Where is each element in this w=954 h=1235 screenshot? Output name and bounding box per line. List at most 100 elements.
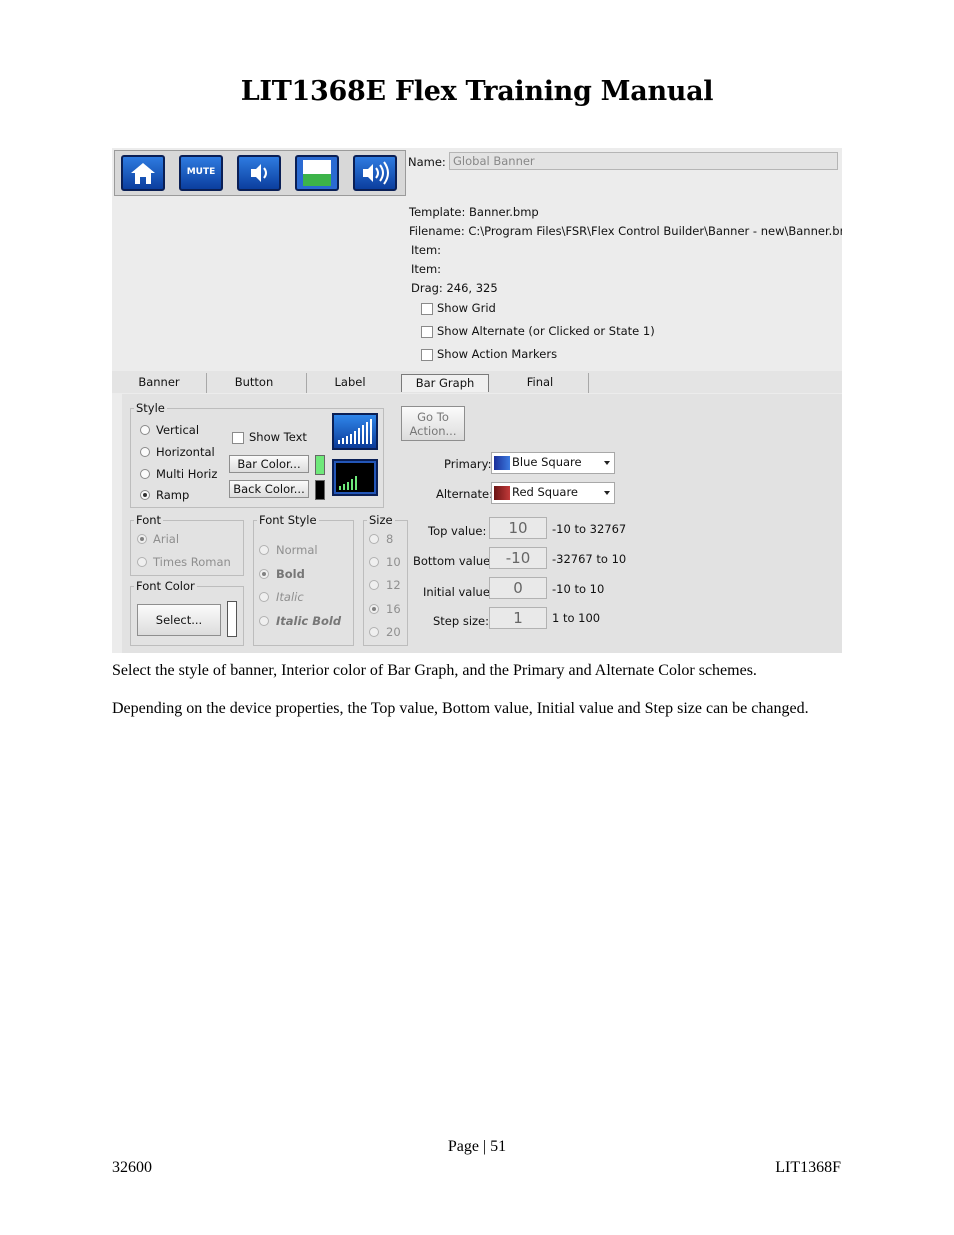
tab-label[interactable]: Label	[308, 374, 392, 392]
initial-value-field[interactable]: 0	[489, 577, 547, 599]
alternate-value: Red Square	[512, 485, 578, 499]
show-action-markers-label: Show Action Markers	[437, 347, 558, 361]
home-icon	[131, 163, 155, 184]
volume-up-button[interactable]	[353, 155, 397, 191]
top-value-range: -10 to 32767	[552, 522, 627, 536]
show-text-checkbox[interactable]	[232, 432, 244, 444]
template-line: Template: Banner.bmp	[409, 205, 539, 219]
style-vertical-label: Vertical	[156, 423, 200, 437]
chevron-down-icon	[604, 491, 610, 495]
font-arial-radio[interactable]	[137, 534, 147, 544]
size-8-label: 8	[386, 532, 394, 546]
show-alternate-label: Show Alternate (or Clicked or State 1)	[437, 324, 655, 338]
chevron-down-icon	[604, 461, 610, 465]
show-alternate-checkbox[interactable]	[421, 326, 433, 338]
size-16-radio[interactable]	[369, 604, 379, 614]
style-italic-label: Italic	[276, 590, 304, 604]
tab-bar-graph[interactable]: Bar Graph	[401, 374, 489, 392]
show-action-markers-checkbox[interactable]	[421, 349, 433, 361]
top-value-label: Top value:	[428, 524, 487, 538]
style-italic-bold-label: Italic Bold	[276, 614, 342, 628]
filename-line: Filename: C:\Program Files\FSR\Flex Cont…	[409, 224, 842, 238]
bottom-value-field[interactable]: -10	[489, 547, 547, 569]
size-group-label: Size	[367, 513, 395, 527]
builder-screenshot: MUTE Name: Global Banner Template: Banne	[112, 148, 842, 653]
go-to-action-button[interactable]: Go To Action...	[401, 406, 465, 441]
step-size-label: Step size:	[433, 614, 490, 628]
show-grid-checkbox[interactable]	[421, 303, 433, 315]
go-to-action-label: Go To	[417, 410, 449, 424]
style-ramp-label: Ramp	[156, 488, 190, 502]
font-times-radio[interactable]	[137, 557, 147, 567]
body-paragraph: Select the style of banner, Interior col…	[112, 662, 757, 679]
step-size-range: 1 to 100	[552, 611, 601, 625]
bar-graph-panel: Style Vertical Horizontal Multi Horiz Ra…	[122, 394, 842, 653]
step-size-field[interactable]: 1	[489, 607, 547, 629]
style-italic-radio[interactable]	[259, 592, 269, 602]
style-italic-bold-radio[interactable]	[259, 616, 269, 626]
font-color-swatch	[227, 601, 237, 637]
drag-line: Drag: 246, 325	[411, 281, 498, 295]
level-icon	[303, 160, 331, 186]
button-preview-bar: MUTE	[114, 150, 406, 196]
top-value-field[interactable]: 10	[489, 517, 547, 539]
bar-color-button[interactable]: Bar Color...	[229, 455, 309, 473]
style-multi-horiz-radio[interactable]	[140, 469, 150, 479]
ramp-preview-back	[332, 459, 378, 496]
ramp-bars-icon	[338, 419, 372, 444]
mute-icon: MUTE	[186, 167, 216, 177]
ramp-bars-icon	[336, 463, 374, 492]
font-style-group-label: Font Style	[257, 513, 319, 527]
name-field[interactable]: Global Banner	[449, 152, 838, 170]
font-color-group-label: Font Color	[134, 579, 197, 593]
size-12-radio[interactable]	[369, 580, 379, 590]
volume-down-button[interactable]	[237, 155, 281, 191]
blue-square-icon	[494, 456, 510, 470]
volume-up-icon	[363, 161, 389, 185]
style-bold-label: Bold	[276, 567, 305, 581]
primary-label: Primary:	[444, 457, 492, 471]
volume-down-icon	[251, 164, 267, 182]
show-grid-label: Show Grid	[437, 301, 496, 315]
show-text-label: Show Text	[249, 430, 307, 444]
style-horizontal-radio[interactable]	[140, 447, 150, 457]
item-line: Item:	[411, 262, 442, 276]
mute-button[interactable]: MUTE	[179, 155, 223, 191]
style-horizontal-label: Horizontal	[156, 445, 215, 459]
footer-left: 32600	[112, 1159, 152, 1176]
primary-select[interactable]: Blue Square	[491, 452, 615, 474]
tab-button[interactable]: Button	[212, 374, 296, 392]
ramp-preview-primary	[332, 413, 378, 450]
size-10-radio[interactable]	[369, 557, 379, 567]
back-color-button[interactable]: Back Color...	[229, 480, 309, 498]
home-button[interactable]	[121, 155, 165, 191]
size-8-radio[interactable]	[369, 534, 379, 544]
size-10-label: 10	[386, 555, 401, 569]
page-number: Page | 51	[447, 1138, 507, 1155]
initial-value-label: Initial value:	[423, 585, 494, 599]
go-to-action-label: Action...	[409, 424, 457, 438]
size-16-label: 16	[386, 602, 401, 616]
tab-final[interactable]: Final	[496, 374, 584, 392]
footer-right: LIT1368F	[775, 1159, 841, 1176]
tab-banner[interactable]: Banner	[122, 374, 196, 392]
size-20-radio[interactable]	[369, 627, 379, 637]
initial-value-range: -10 to 10	[552, 582, 605, 596]
style-ramp-radio[interactable]	[140, 490, 150, 500]
item-line: Item:	[411, 243, 442, 257]
primary-value: Blue Square	[512, 455, 582, 469]
alternate-select[interactable]: Red Square	[491, 482, 615, 504]
font-color-select-button[interactable]: Select...	[137, 604, 221, 636]
back-color-swatch	[315, 480, 325, 500]
level-button[interactable]	[295, 155, 339, 191]
style-bold-radio[interactable]	[259, 569, 269, 579]
style-vertical-radio[interactable]	[140, 425, 150, 435]
tab-strip: Banner Button Label Bar Graph Final	[112, 371, 842, 393]
style-normal-radio[interactable]	[259, 545, 269, 555]
bar-color-swatch	[315, 455, 325, 475]
font-times-label: Times Roman	[153, 555, 231, 569]
style-multi-horiz-label: Multi Horiz	[156, 467, 218, 481]
body-paragraph: Depending on the device properties, the …	[112, 700, 809, 717]
page-title: LIT1368E Flex Training Manual	[240, 76, 714, 107]
size-20-label: 20	[386, 625, 401, 639]
